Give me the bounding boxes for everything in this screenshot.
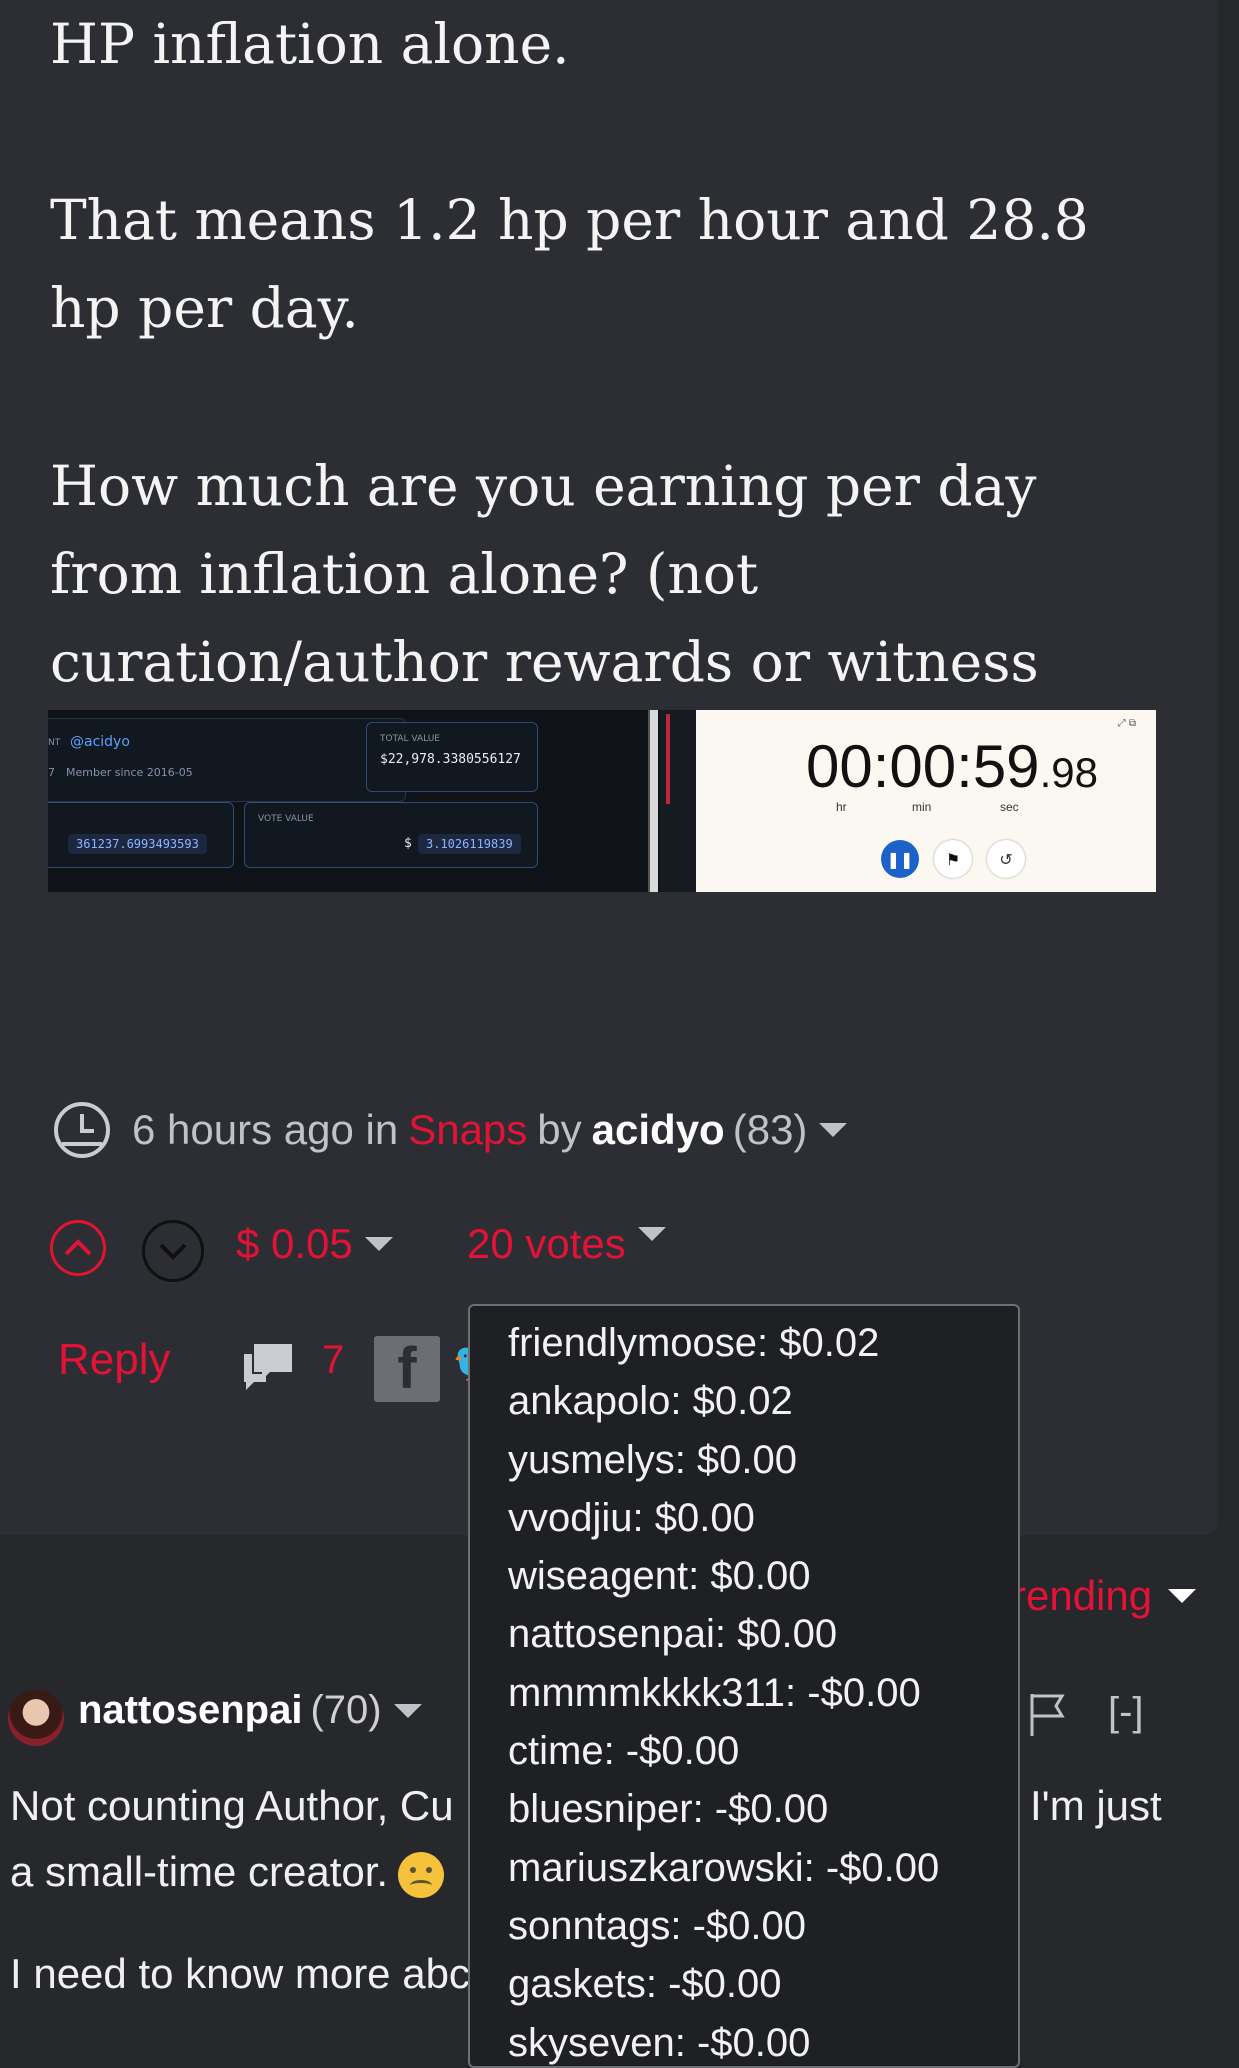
side-strip	[660, 710, 696, 892]
payout[interactable]: $ 0.05	[236, 1220, 393, 1268]
comment-text-line: I need to know more abc	[10, 1950, 470, 1997]
voter-item[interactable]: wiseagent: $0.00	[508, 1547, 1018, 1605]
votes-count[interactable]: 20 votes	[467, 1220, 666, 1268]
embedded-screenshot: NT @acidyo 7 Member since 2016-05 TOTAL …	[48, 710, 1156, 892]
vote-value-label: VOTE VALUE	[258, 814, 314, 824]
voter-item[interactable]: mariuszkarowski: -$0.00	[508, 1839, 1018, 1897]
collapse-button[interactable]: [-]	[1108, 1690, 1144, 1735]
sort-dropdown-icon	[1168, 1589, 1197, 1603]
downvote-button[interactable]	[142, 1220, 204, 1282]
post-time: 6 hours ago in	[132, 1106, 399, 1153]
voter-item[interactable]: mmmmkkkk311: -$0.00	[508, 1664, 1018, 1722]
comment-author-dropdown-icon[interactable]	[393, 1703, 422, 1718]
votes-label: 20 votes	[467, 1220, 626, 1267]
hp-value: 361237.6993493593	[68, 834, 207, 854]
comment-reputation: (70)	[310, 1688, 382, 1732]
pause-icon[interactable]: ❚❚	[881, 840, 919, 878]
payout-value: $ 0.05	[236, 1220, 353, 1267]
member-prefix: 7	[48, 766, 55, 779]
avatar[interactable]	[8, 1690, 64, 1746]
upvote-button[interactable]	[50, 1220, 106, 1276]
voter-item[interactable]: ctime: -$0.00	[508, 1722, 1018, 1780]
comment-text-line: I'm just	[1030, 1782, 1162, 1829]
total-value-label: TOTAL VALUE	[380, 734, 440, 744]
payout-dropdown-icon[interactable]	[364, 1237, 393, 1251]
account-panel	[48, 718, 406, 802]
facebook-icon[interactable]: f	[374, 1336, 440, 1402]
sort-label: rending	[1012, 1572, 1153, 1619]
author-dropdown-icon[interactable]	[819, 1123, 848, 1137]
comment-text-line: a small-time creator.	[10, 1848, 445, 1898]
stopwatch-hr-label: hr	[836, 800, 847, 814]
reply-button[interactable]: Reply	[58, 1335, 171, 1385]
author-reputation: (83)	[732, 1106, 808, 1153]
stopwatch-window: ⤢ ⧉ 00:00:59.98 hr min sec ❚❚ ⚑ ↺	[696, 710, 1156, 892]
voter-item[interactable]: skyseven: -$0.00	[508, 2014, 1018, 2066]
voter-item[interactable]: friendlymoose: $0.02	[508, 1314, 1018, 1372]
woozy-face-icon	[398, 1851, 445, 1898]
screenshot-username: @acidyo	[70, 734, 130, 750]
post-meta: 6 hours ago in Snaps by acidyo (83)	[52, 1100, 848, 1160]
stopwatch-min-label: min	[912, 800, 932, 814]
voter-item[interactable]: gaskets: -$0.00	[508, 1955, 1018, 2013]
chevron-down-icon	[159, 1243, 187, 1260]
stopwatch-sec-label: sec	[1000, 800, 1019, 814]
comment-author[interactable]: nattosenpai (70)	[78, 1688, 422, 1733]
post-paragraph: HP inflation alone.	[50, 12, 570, 76]
votes-popup: friendlymoose: $0.02 ankapolo: $0.02 yusme…	[468, 1304, 1020, 2068]
flag-icon[interactable]	[1028, 1692, 1068, 1738]
total-value: $22,978.3380556127	[380, 752, 521, 767]
window-divider	[648, 710, 658, 892]
clock-icon	[54, 1102, 110, 1158]
voter-item[interactable]: vvodjiu: $0.00	[508, 1489, 1018, 1547]
community-link[interactable]: Snaps	[408, 1106, 527, 1154]
voter-item[interactable]: yusmelys: $0.00	[508, 1431, 1018, 1489]
member-since: Member since 2016-05	[66, 766, 193, 779]
flag-icon[interactable]: ⚑	[934, 840, 972, 878]
by-label: by	[537, 1106, 582, 1153]
voter-item[interactable]: sonntags: -$0.00	[508, 1897, 1018, 1955]
comment-text-line: Not counting Author, Cu	[10, 1782, 454, 1829]
voter-item[interactable]: ankapolo: $0.02	[508, 1372, 1018, 1430]
reset-icon[interactable]: ↺	[987, 840, 1025, 878]
author-link[interactable]: acidyo	[592, 1106, 725, 1154]
post-paragraph: That means 1.2 hp per hour and 28.8 hp p…	[50, 188, 1089, 340]
chevron-up-icon	[64, 1239, 92, 1256]
vote-value: 3.1026119839	[418, 834, 521, 854]
comment-count[interactable]: 7	[322, 1338, 344, 1383]
expand-icon[interactable]: ⤢ ⧉	[1118, 718, 1136, 729]
voter-item[interactable]: bluesniper: -$0.00	[508, 1780, 1018, 1838]
comments-icon[interactable]	[240, 1340, 296, 1390]
sort-dropdown[interactable]: rending	[1012, 1572, 1197, 1620]
voter-item[interactable]: nattosenpai: $0.00	[508, 1605, 1018, 1663]
stopwatch-time: 00:00:59.98	[806, 733, 1098, 800]
account-prefix: NT	[48, 738, 61, 748]
vote-value-currency: $	[404, 836, 412, 851]
votes-dropdown-icon[interactable]	[637, 1227, 666, 1241]
voter-list: friendlymoose: $0.02 ankapolo: $0.02 yusme…	[470, 1306, 1018, 2066]
